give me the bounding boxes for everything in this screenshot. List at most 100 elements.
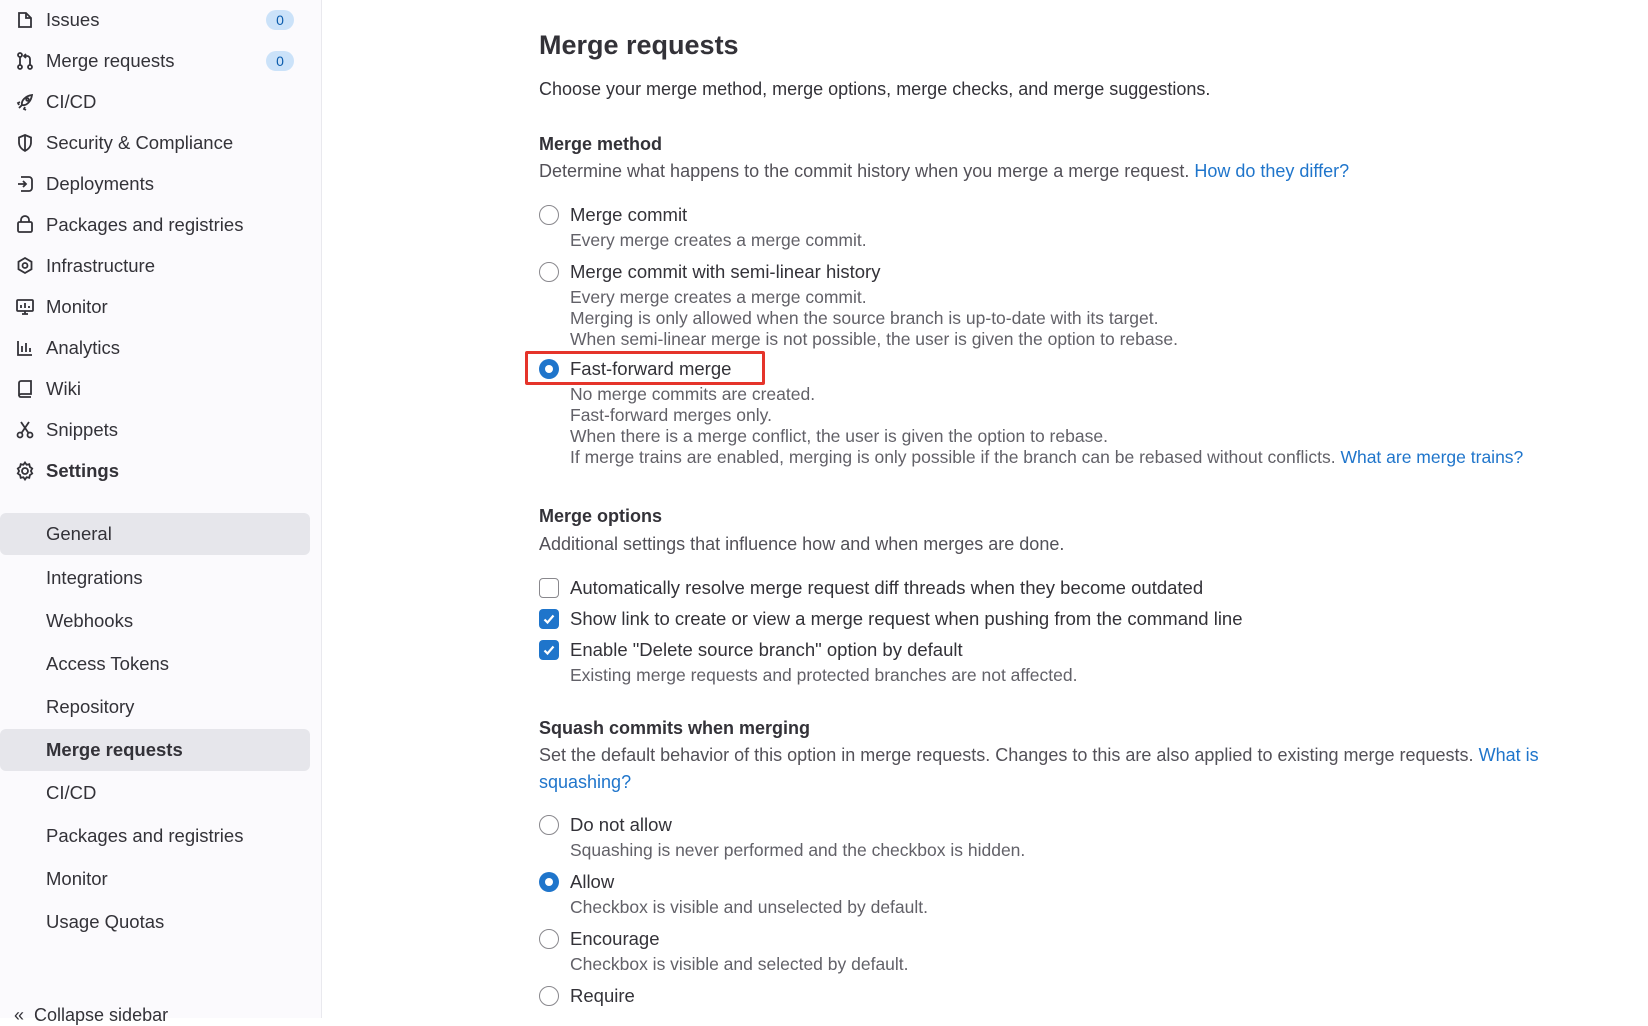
sidebar-item-cicd[interactable]: CI/CD [0, 84, 322, 120]
sidebar-sub-repository[interactable]: Repository [0, 686, 310, 728]
show-link-checkbox[interactable] [539, 609, 559, 629]
fast-forward-help-4-text: If merge trains are enabled, merging is … [570, 447, 1336, 467]
sidebar-sub-label: Webhooks [46, 610, 134, 631]
deployments-icon [14, 173, 36, 195]
squash-link-line: squashing? [539, 772, 631, 793]
sidebar-sub-merge-requests[interactable]: Merge requests [0, 729, 310, 771]
sidebar-sub-label: Integrations [46, 567, 143, 588]
rocket-icon [14, 91, 36, 113]
auto-resolve-label[interactable]: Automatically resolve merge request diff… [570, 577, 1203, 599]
semi-linear-label[interactable]: Merge commit with semi-linear history [570, 261, 880, 283]
sidebar-item-security[interactable]: Security & Compliance [0, 125, 322, 161]
semi-linear-help-2: Merging is only allowed when the source … [570, 308, 1159, 328]
merge-request-icon [14, 50, 36, 72]
sidebar-item-label: Issues [46, 9, 100, 30]
sidebar-item-label: Deployments [46, 173, 154, 194]
fast-forward-help-1: No merge commits are created. [570, 384, 816, 404]
squash-desc-text: Set the default behavior of this option … [539, 745, 1474, 765]
sidebar-item-label: CI/CD [46, 91, 97, 112]
sidebar-item-analytics[interactable]: Analytics [0, 330, 322, 366]
merge-options-title: Merge options [539, 506, 663, 526]
delete-branch-label[interactable]: Enable "Delete source branch" option by … [570, 639, 963, 661]
semi-linear-help-3: When semi-linear merge is not possible, … [570, 329, 1178, 349]
squash-title: Squash commits when merging [539, 718, 811, 738]
what-is-squashing-link[interactable]: What is [1479, 745, 1539, 765]
squash-allow-radio[interactable] [539, 872, 559, 892]
sidebar-item-label: Merge requests [46, 50, 175, 71]
squash-do-not-allow-help: Squashing is never performed and the che… [570, 840, 1026, 860]
sidebar-item-packages[interactable]: Packages and registries [0, 207, 322, 243]
chart-icon [14, 337, 36, 359]
sidebar-item-label: Settings [46, 460, 119, 481]
sidebar-item-label: Security & Compliance [46, 132, 234, 153]
sidebar-sub-label: CI/CD [46, 782, 97, 803]
merge-requests-count-badge: 0 [266, 51, 294, 71]
sidebar-item-infrastructure[interactable]: Infrastructure [0, 248, 322, 284]
sidebar-sub-label: Packages and registries [46, 825, 244, 846]
how-do-they-differ-link[interactable]: How do they differ? [1194, 161, 1349, 181]
sidebar-item-monitor[interactable]: Monitor [0, 289, 322, 325]
sidebar-sub-label: Access Tokens [46, 653, 170, 674]
collapse-sidebar-button[interactable]: « Collapse sidebar [14, 1005, 168, 1026]
sidebar-sub-usage-quotas[interactable]: Usage Quotas [0, 901, 310, 943]
merge-commit-radio[interactable] [539, 205, 559, 225]
page-lead: Choose your merge method, merge options,… [539, 79, 1211, 99]
sidebar-item-deployments[interactable]: Deployments [0, 166, 322, 202]
sidebar-item-label: Wiki [46, 378, 81, 399]
sidebar-item-issues[interactable]: Issues 0 [0, 2, 322, 38]
sidebar-item-wiki[interactable]: Wiki [0, 371, 322, 407]
squash-encourage-label[interactable]: Encourage [570, 928, 659, 950]
page-title: Merge requests [539, 30, 739, 60]
squash-allow-label[interactable]: Allow [570, 871, 614, 893]
sidebar-sub-monitor[interactable]: Monitor [0, 858, 310, 900]
squash-require-label[interactable]: Require [570, 985, 635, 1007]
issues-count-badge: 0 [266, 10, 294, 30]
sidebar-item-merge-requests[interactable]: Merge requests 0 [0, 43, 322, 79]
squash-desc: Set the default behavior of this option … [539, 745, 1539, 766]
squash-require-radio[interactable] [539, 986, 559, 1006]
merge-commit-label[interactable]: Merge commit [570, 204, 687, 226]
merge-method-desc-text: Determine what happens to the commit his… [539, 161, 1190, 181]
fast-forward-help-2: Fast-forward merges only. [570, 405, 772, 425]
semi-linear-radio[interactable] [539, 262, 559, 282]
issues-icon [14, 9, 36, 31]
fast-forward-label[interactable]: Fast-forward merge [570, 358, 731, 380]
sidebar-item-label: Infrastructure [46, 255, 155, 276]
merge-trains-link[interactable]: What are merge trains? [1340, 447, 1523, 467]
scissors-icon [14, 419, 36, 441]
sidebar-item-settings[interactable]: Settings [0, 453, 322, 489]
what-is-squashing-link-cont[interactable]: squashing? [539, 772, 631, 792]
sidebar-sub-general[interactable]: General [0, 513, 310, 555]
monitor-icon [14, 296, 36, 318]
book-icon [14, 378, 36, 400]
show-link-label[interactable]: Show link to create or view a merge requ… [570, 608, 1243, 630]
package-icon [14, 214, 36, 236]
squash-encourage-radio[interactable] [539, 929, 559, 949]
sidebar-sub-label: Monitor [46, 868, 108, 889]
checkmark-icon [543, 645, 555, 656]
squash-allow-help: Checkbox is visible and unselected by de… [570, 897, 928, 917]
gear-icon [14, 460, 36, 482]
sidebar-sub-packages[interactable]: Packages and registries [0, 815, 310, 857]
auto-resolve-checkbox[interactable] [539, 578, 559, 598]
sidebar-sub-cicd[interactable]: CI/CD [0, 772, 310, 814]
cloud-gear-icon [14, 255, 36, 277]
main-content: Merge requests Choose your merge method,… [525, 0, 1648, 1018]
sidebar-sub-label: Usage Quotas [46, 911, 165, 932]
delete-branch-help: Existing merge requests and protected br… [570, 665, 1078, 685]
squash-encourage-help: Checkbox is visible and selected by defa… [570, 954, 909, 974]
sidebar-item-label: Packages and registries [46, 214, 244, 235]
fast-forward-radio[interactable] [539, 359, 559, 379]
sidebar-sub-webhooks[interactable]: Webhooks [0, 600, 310, 642]
merge-method-desc: Determine what happens to the commit his… [539, 161, 1349, 182]
delete-branch-checkbox[interactable] [539, 640, 559, 660]
squash-do-not-allow-label[interactable]: Do not allow [570, 814, 672, 836]
squash-do-not-allow-radio[interactable] [539, 815, 559, 835]
sidebar-item-snippets[interactable]: Snippets [0, 412, 322, 448]
merge-method-title: Merge method [539, 134, 663, 154]
merge-commit-help: Every merge creates a merge commit. [570, 230, 867, 250]
sidebar-sub-label: General [46, 523, 112, 544]
double-chevron-left-icon: « [14, 1005, 25, 1025]
sidebar-sub-integrations[interactable]: Integrations [0, 557, 310, 599]
sidebar-sub-access-tokens[interactable]: Access Tokens [0, 643, 310, 685]
